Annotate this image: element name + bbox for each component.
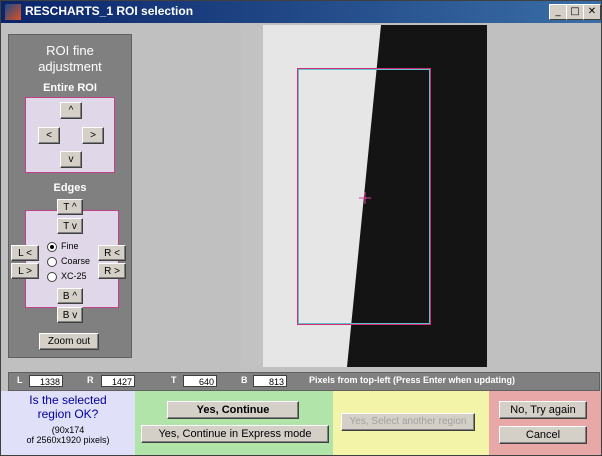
bottom-edge-down-button[interactable]: B v <box>57 307 83 323</box>
roi-center-crosshair <box>359 192 371 204</box>
left-edge-right-button[interactable]: L > <box>11 263 39 279</box>
radio-fine-dot <box>47 241 57 252</box>
zoom-out-button[interactable]: Zoom out <box>39 333 99 350</box>
roi-fine-adjustment-panel: ROI fine adjustment Entire ROI ^ < > v E… <box>8 34 132 358</box>
left-coord-input[interactable]: 1338 <box>29 375 63 387</box>
question-line2: region OK? <box>37 407 99 421</box>
no-section: No, Try again Cancel <box>489 391 601 455</box>
minimize-button[interactable]: _ <box>549 4 567 20</box>
top-edge-up-button[interactable]: T ^ <box>57 199 83 215</box>
radio-xc25-label: XC-25 <box>61 271 87 281</box>
no-try-again-button[interactable]: No, Try again <box>499 401 587 419</box>
roi-right-button[interactable]: > <box>82 127 104 144</box>
window-title: RESCHARTS_1 ROI selection <box>25 4 194 18</box>
maximize-button[interactable]: □ <box>566 4 584 20</box>
panel-title-line1: ROI fine <box>46 43 94 58</box>
size-line2: of 2560x1920 pixels) <box>26 435 110 445</box>
roi-selection-window: RESCHARTS_1 ROI selection _ □ ✕ ROI fine… <box>0 0 602 456</box>
top-edge-down-button[interactable]: T v <box>57 218 83 234</box>
right-edge-right-button[interactable]: R > <box>98 263 126 279</box>
radio-coarse-dot <box>47 256 57 267</box>
radio-coarse-label: Coarse <box>61 256 91 266</box>
entire-roi-label: Entire ROI <box>43 82 97 94</box>
question-line1: Is the selected <box>29 393 107 407</box>
radio-xc25-dot <box>47 271 57 282</box>
size-line1: (90x174 <box>51 425 85 435</box>
bottom-edge-up-button[interactable]: B ^ <box>57 288 83 304</box>
yes-continue-button[interactable]: Yes, Continue <box>167 401 299 419</box>
coords-hint: Pixels from top-left (Press Enter when u… <box>309 375 516 385</box>
top-coord-label: T <box>171 375 177 385</box>
bottom-coord-input[interactable]: 813 <box>253 375 287 387</box>
radio-fine-label: Fine <box>61 241 79 251</box>
left-coord-label: L <box>17 375 23 385</box>
title-bar: RESCHARTS_1 ROI selection _ □ ✕ <box>1 1 601 23</box>
right-coord-label: R <box>87 375 94 385</box>
radio-xc25[interactable]: XC-25 <box>47 271 87 282</box>
top-coord-input[interactable]: 640 <box>183 375 217 387</box>
right-edge-left-button[interactable]: R < <box>98 245 126 261</box>
roi-left-button[interactable]: < <box>38 127 60 144</box>
edges-label: Edges <box>53 182 87 194</box>
select-section: Yes, Select another region <box>333 391 489 455</box>
yes-section: Yes, Continue Yes, Continue in Express m… <box>135 391 333 455</box>
radio-fine[interactable]: Fine <box>47 241 79 252</box>
right-coord-input[interactable]: 1427 <box>101 375 135 387</box>
panel-title-line2: adjustment <box>38 59 102 74</box>
roi-down-button[interactable]: v <box>60 151 82 168</box>
roi-up-button[interactable]: ^ <box>60 102 82 119</box>
matlab-app-icon <box>5 4 21 20</box>
yes-select-another-button: Yes, Select another region <box>341 413 475 431</box>
radio-coarse[interactable]: Coarse <box>47 256 90 267</box>
left-edge-left-button[interactable]: L < <box>11 245 39 261</box>
close-button[interactable]: ✕ <box>583 4 601 20</box>
bottom-coord-label: B <box>241 375 248 385</box>
cancel-button[interactable]: Cancel <box>499 426 587 444</box>
yes-express-button[interactable]: Yes, Continue in Express mode <box>141 425 329 443</box>
entire-roi-box: ^ < > v <box>25 97 115 173</box>
coordinate-bar: L 1338 R 1427 T 640 B 813 Pixels from to… <box>8 372 600 391</box>
question-text: Is the selected region OK? (90x174 of 25… <box>2 393 134 445</box>
